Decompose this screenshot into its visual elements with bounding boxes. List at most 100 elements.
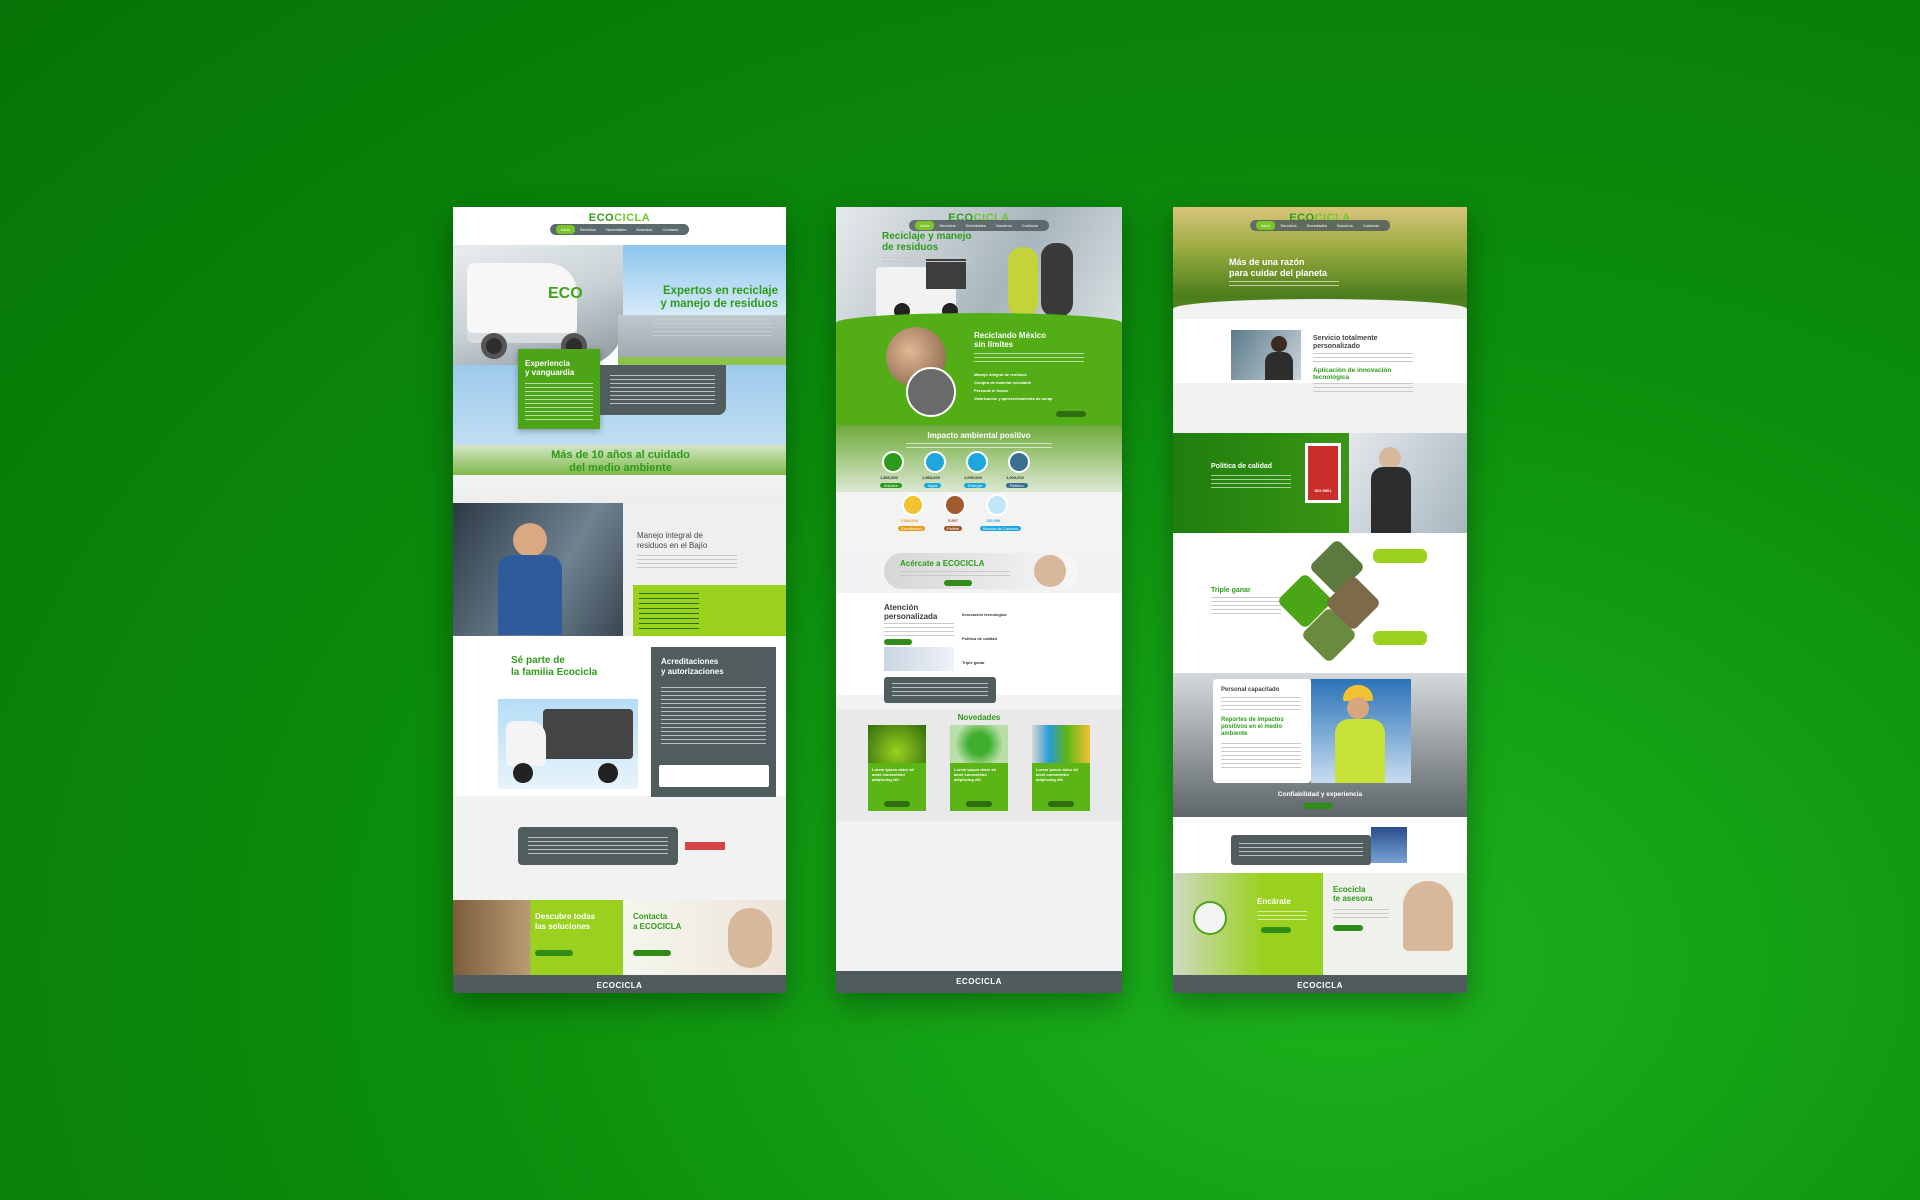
news-headline: Lorem ipsum dolor sit amet consectetur a… [954,767,997,782]
confiab-button[interactable] [1303,803,1333,809]
iso-certificate: ISO 9001 [1305,443,1341,503]
news-card[interactable]: Lorem ipsum dolor sit amet consectetur a… [950,725,1008,811]
nav-item-contacto[interactable]: Contacto [1358,221,1384,230]
impact-label: Agua [924,483,942,488]
mx-list-item: Valorización y aprovechamiento de scrap [974,396,1053,401]
manejo-title-line-1: Manejo integral de [637,531,703,540]
asesora-cta[interactable]: Ecocicla te asesora [1323,873,1467,975]
servicio-title: Servicio totalmente personalizado [1313,335,1378,351]
nav-item-novedades[interactable]: Novedades [1302,221,1332,230]
site-logo[interactable]: ECOCICLA [589,212,650,224]
personal-card: Personal capacitado Reportes de impactos… [1213,679,1311,783]
impact-label: Bióxido de Carbono [980,526,1022,531]
atencion-list-item: Política de calidad [962,636,997,641]
descubre-cta[interactable]: Descubre todas las soluciones [453,900,623,975]
impact-value: 1,983,000 [922,475,940,480]
water-drop-icon [924,451,946,473]
hero-title-line-2: y manejo de residuos [660,298,778,310]
landfill-icon [1008,451,1030,473]
nav-item-servicios[interactable]: Servicios [1275,221,1301,230]
news-card[interactable]: Lorem ipsum dolor sit amet consectetur a… [1032,725,1090,811]
impact-label: Electricidad [898,526,925,531]
servicio-title-line-1: Servicio totalmente [1313,335,1378,342]
nav-item-contacto[interactable]: Contacto [1017,221,1043,230]
client-logo [685,842,725,850]
asesora-title-line-1: Ecocicla [1333,885,1366,894]
triple-title: Triple ganar [1211,587,1251,594]
contacta-cta[interactable]: Contacta a ECOCICLA [623,900,786,975]
advisor-photo [1403,881,1453,951]
testimonial-card [518,827,678,865]
nav-item-inicio[interactable]: Inicio [555,225,575,234]
operator-photo [728,908,772,968]
site-footer: ECOCICLA [836,971,1122,993]
encarate-cta[interactable]: Encárate [1173,873,1323,975]
mockup-page-nosotros: ECOCICLA Inicio Servicios Novedades Noso… [1173,207,1467,993]
confiab-title: Confiabilidad y experiencia [1277,791,1363,798]
innov-title-line-2: tecnológica [1313,374,1350,381]
manejo-title: Manejo integral de residuos en el Bajío [637,531,707,551]
news-headline: Lorem ipsum dolor sit amet consectetur a… [872,767,915,782]
site-header: ECOCICLA Inicio Servicios Novedades Noso… [1173,207,1467,231]
engineers-photo [1008,247,1038,317]
pallet-icon [944,494,966,516]
personal-title: Personal capacitado [1221,687,1280,693]
descubre-title-line-2: las soluciones [535,922,591,931]
news-button[interactable] [966,801,992,807]
acercate-title: Acércate a ECOCICLA [900,559,985,568]
nav-item-contacto[interactable]: Contacto [657,225,683,234]
quality-photo [1349,433,1467,533]
nav-item-inicio[interactable]: Inicio [915,221,935,230]
hero-title-line-1: Más de una razón [1229,257,1305,267]
news-button[interactable] [884,801,910,807]
news-button[interactable] [1048,801,1074,807]
nav-item-servicios[interactable]: Servicios [575,225,601,234]
site-footer: ECOCICLA [453,975,786,993]
news-card[interactable]: Lorem ipsum dolor sit amet consectetur a… [868,725,926,811]
nav-item-nosotros[interactable]: Nosotros [631,225,657,234]
encarate-button[interactable] [1261,927,1291,933]
triple-tag [1373,631,1427,645]
impact-value: 1,000,000 [1006,475,1024,480]
acercate-button[interactable] [944,580,972,586]
mx-button[interactable] [1056,411,1086,417]
reportes-title-line-2: positivos en el medio [1221,724,1283,730]
nav-item-inicio[interactable]: Inicio [1256,221,1276,230]
impacto-title: Impacto ambiental positivo [927,431,1031,440]
co2-icon [986,494,1008,516]
impact-label: Árboles [880,483,902,488]
acred-title-line-1: Acreditaciones [661,657,719,666]
manejo-list-box [633,585,786,636]
descubre-button[interactable] [535,950,573,956]
nav-item-nosotros[interactable]: Nosotros [991,221,1017,230]
hero-title-line-1: Expertos en reciclaje [662,285,778,297]
nav-item-novedades[interactable]: Novedades [601,225,631,234]
mockup-page-home: ECOCICLA Inicio Servicios Novedades Noso… [453,207,786,993]
impact-value: 110,000 [986,518,1001,523]
manejo-title-line-2: residuos en el Bajío [637,541,708,550]
nav-item-servicios[interactable]: Servicios [934,221,960,230]
asesora-button[interactable] [1333,925,1363,931]
contacta-button[interactable] [633,950,671,956]
acercate-banner[interactable]: Acércate a ECOCICLA [884,553,1078,589]
main-nav: Inicio Servicios Novedades Nosotros Cont… [1250,220,1390,231]
hero-title: Expertos en reciclaje y manejo de residu… [593,285,778,311]
novedades-title: Novedades [957,713,1001,722]
innov-title-line-1: Aplicación de innovación [1313,367,1392,374]
experience-title-line-2: y vanguardia [525,368,575,377]
reportes-title: Reportes de impactos positivos en el med… [1221,717,1284,738]
hero-title-line-2: para cuidar del planeta [1229,268,1328,278]
mechanic-photo [453,503,623,636]
nav-item-nosotros[interactable]: Nosotros [1332,221,1358,230]
atencion-title-line-1: Atención [884,603,919,612]
wind-turbine-icon [966,451,988,473]
decade-title: Más de 10 años al cuidado del medio ambi… [513,449,728,475]
mx-title: Reciclando México sin límites [974,331,1046,349]
nav-item-novedades[interactable]: Novedades [961,221,991,230]
mx-list-item: Manejo integral de residuos [974,372,1027,377]
familia-title-line-2: la familia Ecocicla [511,667,598,678]
atencion-button[interactable] [884,639,912,645]
hero-title: Reciclaje y manejo de residuos [882,231,972,253]
impact-value: 5,897 [948,518,959,523]
tree-icon [882,451,904,473]
